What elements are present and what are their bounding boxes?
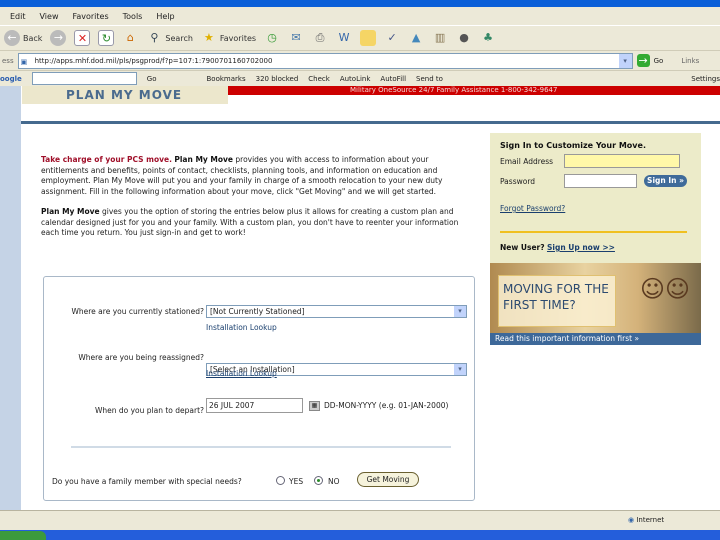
google-toolbar: oogle Go Bookmarks 320 blocked Check Aut… <box>0 70 720 86</box>
links-button[interactable]: Links <box>681 57 699 65</box>
special-needs-yes-radio[interactable] <box>276 476 285 485</box>
bookmarks-icon[interactable]: ▥ <box>432 30 448 46</box>
popup-blocked-button[interactable]: 320 blocked <box>256 75 299 83</box>
new-user-row: New User? Sign Up now >> <box>500 243 615 252</box>
send-to-button[interactable]: Send to <box>416 75 443 83</box>
settings-button[interactable]: Settings <box>691 75 720 83</box>
go-arrow-icon[interactable]: → <box>636 54 650 67</box>
security-zone: ◉ Internet <box>628 516 665 524</box>
window-title-bar <box>0 0 720 7</box>
sign-in-panel: Sign In to Customize Your Move. Email Ad… <box>490 133 701 263</box>
page-left-margin <box>0 86 21 510</box>
promo-headline: MOVING FOR THE FIRST TIME? <box>498 275 616 327</box>
chevron-down-icon: ▾ <box>454 364 466 375</box>
read-first-link[interactable]: Read this important information first » <box>490 333 701 345</box>
reassigned-label: Where are you being reassigned? <box>78 353 204 362</box>
start-button[interactable] <box>0 531 46 540</box>
edit-icon[interactable]: W <box>336 30 352 46</box>
print-icon[interactable]: ⎙ <box>312 30 328 46</box>
form-divider <box>71 446 451 448</box>
sign-up-link[interactable]: Sign Up now >> <box>547 243 615 252</box>
go-button[interactable]: Go <box>654 57 664 65</box>
menu-edit[interactable]: Edit <box>10 12 26 21</box>
installation-lookup-link-2[interactable]: Installation Lookup <box>206 369 277 378</box>
status-bar: ◉ Internet <box>0 510 720 530</box>
taskbar <box>0 530 720 540</box>
radio-selected-dot <box>317 479 320 482</box>
messenger-icon[interactable]: ♣ <box>480 30 496 46</box>
forward-button[interactable]: → <box>50 30 67 46</box>
header-divider <box>21 121 720 124</box>
spellcheck-icon[interactable]: ✓ <box>384 30 400 46</box>
special-needs-no-radio[interactable] <box>314 476 323 485</box>
installation-lookup-link-1[interactable]: Installation Lookup <box>206 323 277 332</box>
address-bar: ess ▣ http://apps.mhf.dod.mil/pls/psgprod… <box>0 50 720 70</box>
menu-view[interactable]: View <box>40 12 59 21</box>
search-button[interactable]: ⚲ Search <box>146 30 193 46</box>
search-icon: ⚲ <box>150 31 159 44</box>
star-icon: ★ <box>203 31 214 44</box>
menu-help[interactable]: Help <box>156 12 174 21</box>
menu-bar: Edit View Favorites Tools Help <box>0 7 720 25</box>
stationed-select[interactable]: [Not Currently Stationed] ▾ <box>206 305 467 318</box>
history-icon[interactable]: ◷ <box>264 30 280 46</box>
url-input[interactable]: ▣ http://apps.mhf.dod.mil/pls/psgprod/f?p… <box>17 52 633 69</box>
depart-label: When do you plan to depart? <box>94 406 204 415</box>
intro-text: Take charge of your PCS move. Plan My Mo… <box>41 155 471 239</box>
address-label: ess <box>2 56 14 65</box>
page-icon: ▣ <box>20 57 28 66</box>
moving-promo-image[interactable]: MOVING FOR THE FIRST TIME? ☺☺ <box>490 263 701 333</box>
password-input[interactable] <box>564 174 637 188</box>
move-form: Where are you currently stationed? [Not … <box>43 276 475 501</box>
get-moving-button[interactable]: Get Moving <box>357 472 419 487</box>
research-icon[interactable]: ▲ <box>408 30 424 46</box>
autolink-button[interactable]: AutoLink <box>340 75 371 83</box>
back-arrow-icon: ← <box>4 30 20 46</box>
chevron-down-icon: ▾ <box>454 306 466 317</box>
google-logo: oogle <box>0 74 22 83</box>
site-logo[interactable]: PLAN MY MOVE <box>22 86 228 104</box>
date-format-hint: DD-MON-YYYY (e.g. 01-JAN-2000) <box>324 401 449 410</box>
back-button[interactable]: ← Back <box>4 30 42 46</box>
intro-paragraph-1: Take charge of your PCS move. Plan My Mo… <box>41 155 443 196</box>
menu-tools[interactable]: Tools <box>123 12 143 21</box>
password-label: Password <box>500 177 536 186</box>
autofill-button[interactable]: AutoFill <box>380 75 406 83</box>
stationed-label: Where are you currently stationed? <box>71 307 204 316</box>
bookmarks-button[interactable]: Bookmarks <box>207 75 246 83</box>
email-input[interactable] <box>564 154 680 168</box>
sign-in-title: Sign In to Customize Your Move. <box>500 141 646 150</box>
sign-in-divider <box>500 231 687 233</box>
military-onesource-banner: Military OneSource 24/7 Family Assistanc… <box>228 86 720 95</box>
browser-toolbar: ← Back → ✕ ↻ ⌂ ⚲ Search ★ Favorites ◷ ✉ ⎙ W… <box>0 25 720 50</box>
sign-in-button[interactable]: Sign In » <box>644 175 687 187</box>
mail-icon[interactable]: ✉ <box>288 30 304 46</box>
spell-check-button[interactable]: Check <box>308 75 330 83</box>
google-search-input[interactable] <box>31 72 137 85</box>
note-icon[interactable] <box>360 30 377 46</box>
refresh-icon[interactable]: ↻ <box>98 30 115 46</box>
stop-icon[interactable]: ✕ <box>74 30 91 46</box>
url-dropdown-icon[interactable]: ▾ <box>618 53 632 68</box>
forgot-password-link[interactable]: Forgot Password? <box>500 204 565 213</box>
no-label: NO <box>328 477 340 486</box>
menu-favorites[interactable]: Favorites <box>72 12 108 21</box>
discuss-icon[interactable]: ● <box>456 30 472 46</box>
intro-paragraph-2: Plan My Move gives you the option of sto… <box>41 207 459 237</box>
google-go-button[interactable]: Go <box>147 75 157 83</box>
home-icon[interactable]: ⌂ <box>122 30 138 46</box>
special-needs-label: Do you have a family member with special… <box>52 477 242 486</box>
yes-label: YES <box>289 477 304 486</box>
email-label: Email Address <box>500 157 554 166</box>
favorites-button[interactable]: ★ Favorites <box>201 30 256 46</box>
family-photo-icon: ☺☺ <box>640 275 691 303</box>
globe-icon: ◉ <box>628 516 635 524</box>
